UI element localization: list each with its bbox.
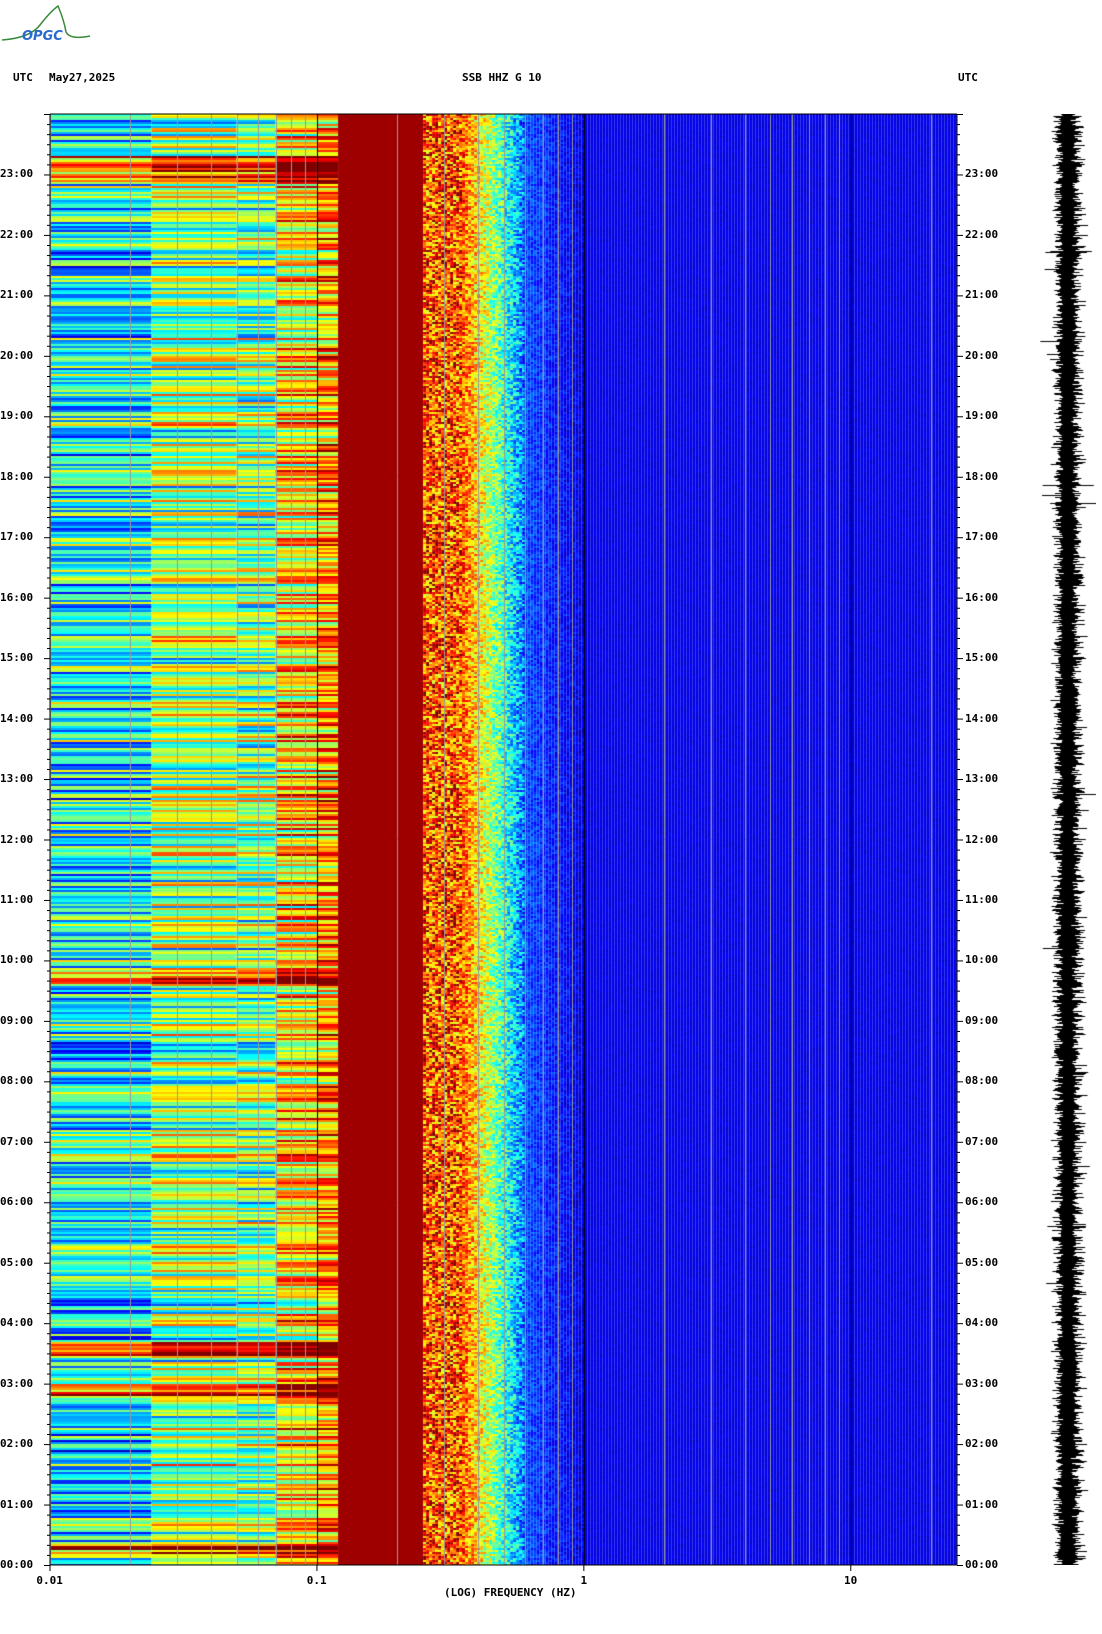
y-tick-label-right: 06:00: [965, 1195, 999, 1209]
y-tick-label-left: 13:00: [0, 772, 34, 786]
y-tick-label-left: 01:00: [0, 1497, 34, 1511]
y-tick-label-right: 11:00: [965, 892, 999, 906]
y-tick-label-right: 04:00: [965, 1316, 999, 1330]
y-tick-label-right: 05:00: [965, 1255, 999, 1269]
y-tick-label-right: 13:00: [965, 772, 999, 786]
y-tick-label-left: 14:00: [0, 711, 34, 725]
y-tick-label-right: 14:00: [965, 711, 999, 725]
y-tick-label-left: 12:00: [0, 832, 34, 846]
y-tick-label-left: 20:00: [0, 348, 34, 362]
y-tick-label-left: 08:00: [0, 1074, 34, 1088]
y-tick-label-left: 04:00: [0, 1316, 34, 1330]
y-tick-label-right: 09:00: [965, 1013, 999, 1027]
y-tick-label-right: 12:00: [965, 832, 999, 846]
y-tick-label-left: 19:00: [0, 409, 34, 423]
x-tick-label: 0.1: [306, 1574, 327, 1587]
y-tick-label-left: 15:00: [0, 651, 34, 665]
y-tick-label-left: 02:00: [0, 1437, 34, 1451]
y-tick-label-left: 17:00: [0, 530, 34, 544]
y-tick-label-left: 00:00: [0, 1558, 34, 1571]
y-tick-label-right: 18:00: [965, 469, 999, 483]
y-tick-label-left: 22:00: [0, 227, 34, 241]
y-tick-label-right: 15:00: [965, 651, 999, 665]
y-tick-label-left: 05:00: [0, 1255, 34, 1269]
y-tick-label-right: 10:00: [965, 953, 999, 967]
y-tick-label-left: 10:00: [0, 953, 34, 967]
y-tick-label-right: 16:00: [965, 590, 999, 604]
y-tick-label-left: 23:00: [0, 167, 34, 181]
y-tick-label-right: 01:00: [965, 1497, 999, 1511]
chart-axes: [44, 113, 963, 1571]
y-tick-label-left: 09:00: [0, 1013, 34, 1027]
x-tick-label: 10: [843, 1574, 858, 1587]
y-tick-label-left: 06:00: [0, 1195, 34, 1209]
y-tick-label-right: 22:00: [965, 227, 999, 241]
y-tick-label-right: 08:00: [965, 1074, 999, 1088]
y-tick-label-left: 03:00: [0, 1376, 34, 1390]
y-tick-label-right: 00:00: [965, 1558, 999, 1571]
x-tick-label: 1: [580, 1574, 588, 1587]
x-axis-label: (LOG) FREQUENCY (HZ): [444, 1586, 577, 1599]
y-tick-label-right: 03:00: [965, 1376, 999, 1390]
x-tick-label: 0.01: [36, 1574, 63, 1587]
y-tick-label-right: 23:00: [965, 167, 999, 181]
y-tick-label-right: 19:00: [965, 409, 999, 423]
y-tick-label-right: 17:00: [965, 530, 999, 544]
y-tick-label-left: 07:00: [0, 1134, 34, 1148]
y-tick-label-left: 11:00: [0, 892, 34, 906]
y-tick-label-right: 20:00: [965, 348, 999, 362]
y-tick-label-right: 21:00: [965, 288, 999, 302]
y-tick-label-right: 07:00: [965, 1134, 999, 1148]
y-tick-label-left: 21:00: [0, 288, 34, 302]
y-tick-label-right: 02:00: [965, 1437, 999, 1451]
y-tick-label-left: 18:00: [0, 469, 34, 483]
y-tick-label-left: 16:00: [0, 590, 34, 604]
